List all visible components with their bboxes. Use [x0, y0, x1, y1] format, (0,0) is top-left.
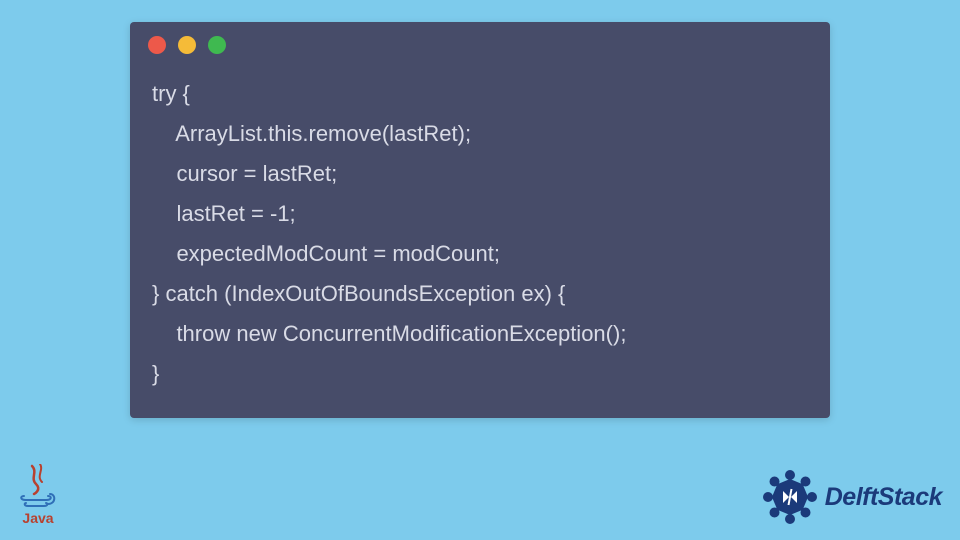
- java-label: Java: [22, 510, 53, 526]
- code-window: try { ArrayList.this.remove(lastRet); cu…: [130, 22, 830, 418]
- delftstack-label: DelftStack: [825, 483, 942, 512]
- minimize-dot-icon: [178, 36, 196, 54]
- maximize-dot-icon: [208, 36, 226, 54]
- delftstack-badge-icon: [761, 468, 819, 526]
- delftstack-logo: DelftStack: [761, 468, 942, 526]
- close-dot-icon: [148, 36, 166, 54]
- window-controls: [130, 22, 830, 62]
- footer: Java: [18, 464, 942, 526]
- java-icon: [18, 464, 58, 508]
- code-block: try { ArrayList.this.remove(lastRet); cu…: [130, 62, 830, 394]
- java-logo: Java: [18, 464, 58, 526]
